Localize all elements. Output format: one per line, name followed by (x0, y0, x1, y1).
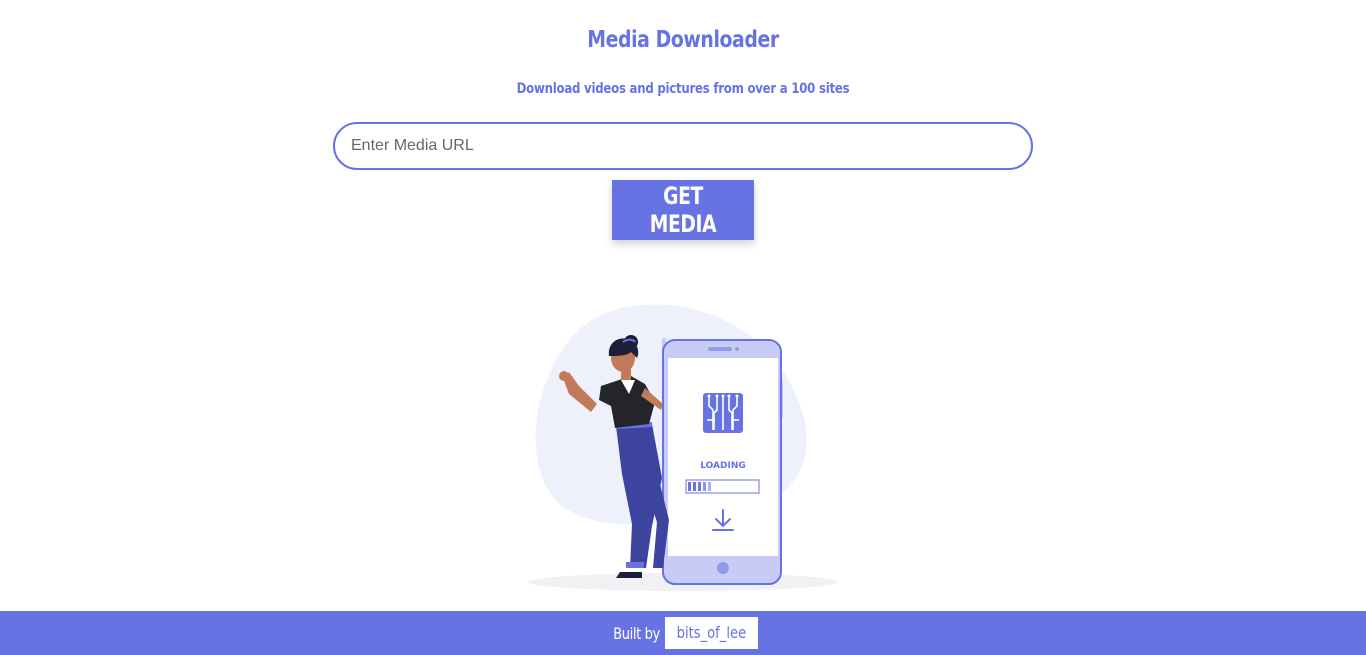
get-media-button[interactable]: GET MEDIA (612, 180, 754, 240)
progress-cell (703, 482, 706, 491)
progress-cell (698, 482, 701, 491)
page: Media Downloader Download videos and pic… (0, 0, 1366, 655)
progress-cell (693, 482, 696, 491)
media-url-input[interactable] (333, 122, 1033, 170)
get-media-button-label: GET MEDIA (649, 182, 717, 238)
footer-built-by-text: Built by (613, 623, 660, 643)
footer: Built by bits_of_lee (0, 611, 1366, 655)
loading-illustration: LOADING (528, 304, 838, 591)
progress-cell (708, 482, 711, 491)
loading-label: LOADING (700, 461, 746, 471)
page-subtitle: Download videos and pictures from over a… (516, 81, 850, 97)
loading-progress-bar (685, 479, 760, 494)
progress-cell (688, 482, 691, 491)
author-link[interactable]: bits_of_lee (665, 617, 758, 649)
page-title: Media Downloader (587, 27, 779, 53)
chip-icon (703, 393, 743, 433)
author-link-label: bits_of_lee (676, 623, 747, 642)
